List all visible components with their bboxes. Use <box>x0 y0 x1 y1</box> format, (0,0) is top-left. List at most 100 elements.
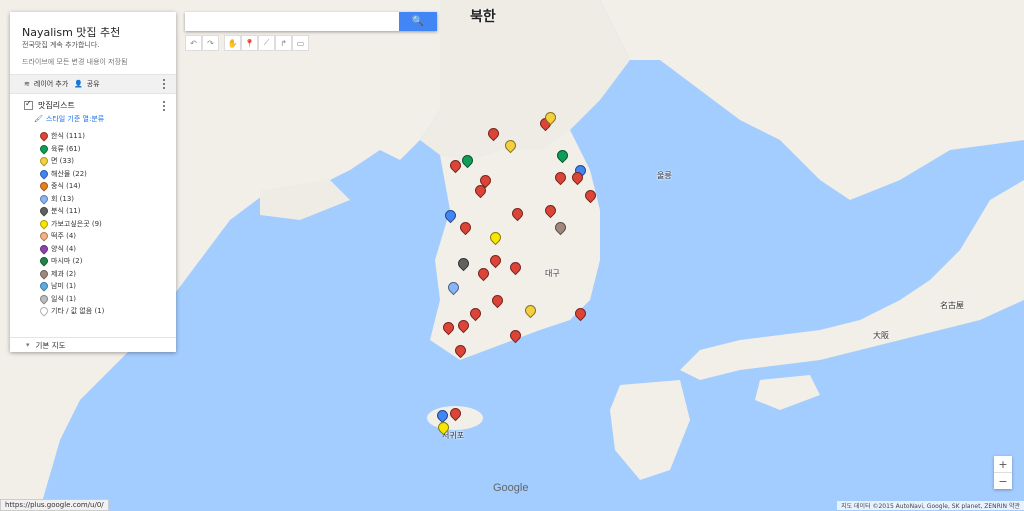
pin-icon <box>40 282 46 290</box>
place-marker[interactable] <box>488 128 498 141</box>
save-status: 드라이브에 모든 변경 내용이 저장됨 <box>22 58 128 66</box>
place-marker[interactable] <box>438 422 448 435</box>
category-item[interactable]: 육류 (61) <box>40 143 104 156</box>
zoom-out-button[interactable]: − <box>994 473 1012 489</box>
category-label: 양식 (4) <box>51 244 77 253</box>
category-item[interactable]: 분식 (11) <box>40 205 104 218</box>
place-marker[interactable] <box>443 322 453 335</box>
category-item[interactable]: 기타 / 값 없음 (1) <box>40 305 104 318</box>
layer-name[interactable]: 맛집리스트 <box>38 100 75 111</box>
place-marker[interactable] <box>505 140 515 153</box>
line-icon: ⟋ <box>263 38 270 47</box>
layers-panel: Nayalism 맛집 추천 전국맛집 계속 추가합니다. 드라이브에 모든 변… <box>10 12 176 352</box>
redo-button[interactable]: ↷ <box>202 35 219 51</box>
category-item[interactable]: 떡주 (4) <box>40 230 104 243</box>
category-label: 한식 (111) <box>51 132 85 141</box>
search-button[interactable]: 🔍 <box>399 12 437 31</box>
pin-icon <box>40 195 46 203</box>
category-item[interactable]: 중식 (14) <box>40 180 104 193</box>
category-item[interactable]: 면 (33) <box>40 155 104 168</box>
zoom-control: + − <box>994 456 1012 489</box>
marker-icon: 📍 <box>244 38 255 48</box>
category-item[interactable]: 양식 (4) <box>40 243 104 256</box>
place-marker[interactable] <box>458 320 468 333</box>
place-marker[interactable] <box>585 190 595 203</box>
place-marker[interactable] <box>445 210 455 223</box>
basemap-toggle[interactable]: ▾ 기본 지도 <box>10 337 176 352</box>
directions-icon: ↱ <box>280 38 287 48</box>
place-marker[interactable] <box>460 222 470 235</box>
person-add-icon: 👤 <box>74 80 83 88</box>
draw-line-button[interactable]: ⟋ <box>258 35 275 51</box>
category-item[interactable]: 해산물 (22) <box>40 168 104 181</box>
pin-icon <box>40 182 46 190</box>
daegu-label: 대구 <box>545 269 560 278</box>
place-marker[interactable] <box>455 345 465 358</box>
place-marker[interactable] <box>458 258 468 271</box>
map-options-icon[interactable] <box>163 79 166 89</box>
place-marker[interactable] <box>480 175 490 188</box>
category-item[interactable]: 남미 (1) <box>40 280 104 293</box>
place-marker[interactable] <box>545 112 555 125</box>
ruler-icon: ▭ <box>296 38 305 48</box>
category-label: 떡주 (4) <box>51 232 77 241</box>
place-marker[interactable] <box>490 232 500 245</box>
place-marker[interactable] <box>525 305 535 318</box>
category-label: 마시마 (2) <box>51 257 83 266</box>
directions-button[interactable]: ↱ <box>275 35 292 51</box>
place-marker[interactable] <box>492 295 502 308</box>
place-marker[interactable] <box>490 255 500 268</box>
place-marker[interactable] <box>545 205 555 218</box>
place-marker[interactable] <box>478 268 488 281</box>
place-marker[interactable] <box>555 222 565 235</box>
ulleung-label: 울릉 <box>657 171 672 180</box>
zoom-in-button[interactable]: + <box>994 456 1012 473</box>
map-description[interactable]: 전국맛집 계속 추가합니다. <box>22 40 100 50</box>
category-item[interactable]: 가보고싶은곳 (9) <box>40 218 104 231</box>
place-marker[interactable] <box>470 308 480 321</box>
place-marker[interactable] <box>448 282 458 295</box>
add-marker-button[interactable]: 📍 <box>241 35 258 51</box>
category-item[interactable]: 일식 (1) <box>40 293 104 306</box>
place-marker[interactable] <box>450 408 460 421</box>
category-label: 해산물 (22) <box>51 169 87 178</box>
category-list: 한식 (111) 육류 (61) 면 (33) 해산물 (22) 중식 (14) 회 (1… <box>40 130 104 318</box>
style-link-label: 스타일 기준 열:분류 <box>45 115 105 123</box>
category-item[interactable]: 회 (13) <box>40 193 104 206</box>
category-label: 면 (33) <box>51 157 75 166</box>
search-input[interactable] <box>185 12 399 31</box>
layer-header[interactable]: 맛집리스트 <box>24 99 75 111</box>
category-item[interactable]: 한식 (111) <box>40 130 104 143</box>
category-label: 가보고싶은곳 (9) <box>51 219 102 228</box>
share-button[interactable]: 👤 공유 <box>74 79 100 89</box>
place-marker[interactable] <box>555 172 565 185</box>
osaka-label: 大阪 <box>873 331 889 340</box>
category-item[interactable]: 제과 (2) <box>40 268 104 281</box>
place-marker[interactable] <box>510 262 520 275</box>
place-marker[interactable] <box>450 160 460 173</box>
place-marker[interactable] <box>462 155 472 168</box>
hand-icon: ✋ <box>227 38 238 48</box>
layer-checkbox[interactable] <box>24 99 33 110</box>
place-marker[interactable] <box>512 208 522 221</box>
category-label: 남미 (1) <box>51 282 77 291</box>
category-item[interactable]: 마시마 (2) <box>40 255 104 268</box>
search-icon: 🔍 <box>411 16 425 27</box>
pin-icon <box>40 257 46 265</box>
map-title[interactable]: Nayalism 맛집 추천 <box>22 24 120 40</box>
place-marker[interactable] <box>510 330 520 343</box>
place-marker[interactable] <box>575 308 585 321</box>
place-marker[interactable] <box>557 150 567 163</box>
map-toolbar: ↶ ↷ ✋ 📍 ⟋ ↱ ▭ <box>185 35 309 51</box>
category-label: 육류 (61) <box>51 144 81 153</box>
category-label: 중식 (14) <box>51 182 81 191</box>
pin-icon <box>40 220 46 228</box>
place-marker[interactable] <box>572 172 582 185</box>
layer-options-icon[interactable] <box>163 101 166 111</box>
undo-button[interactable]: ↶ <box>185 35 202 51</box>
pan-button[interactable]: ✋ <box>224 35 241 51</box>
category-label: 분식 (11) <box>51 207 81 216</box>
measure-button[interactable]: ▭ <box>292 35 309 51</box>
style-link[interactable]: 🖌 스타일 기준 열:분류 <box>34 114 104 124</box>
add-layer-button[interactable]: ≋ 레이어 추가 <box>24 79 68 89</box>
